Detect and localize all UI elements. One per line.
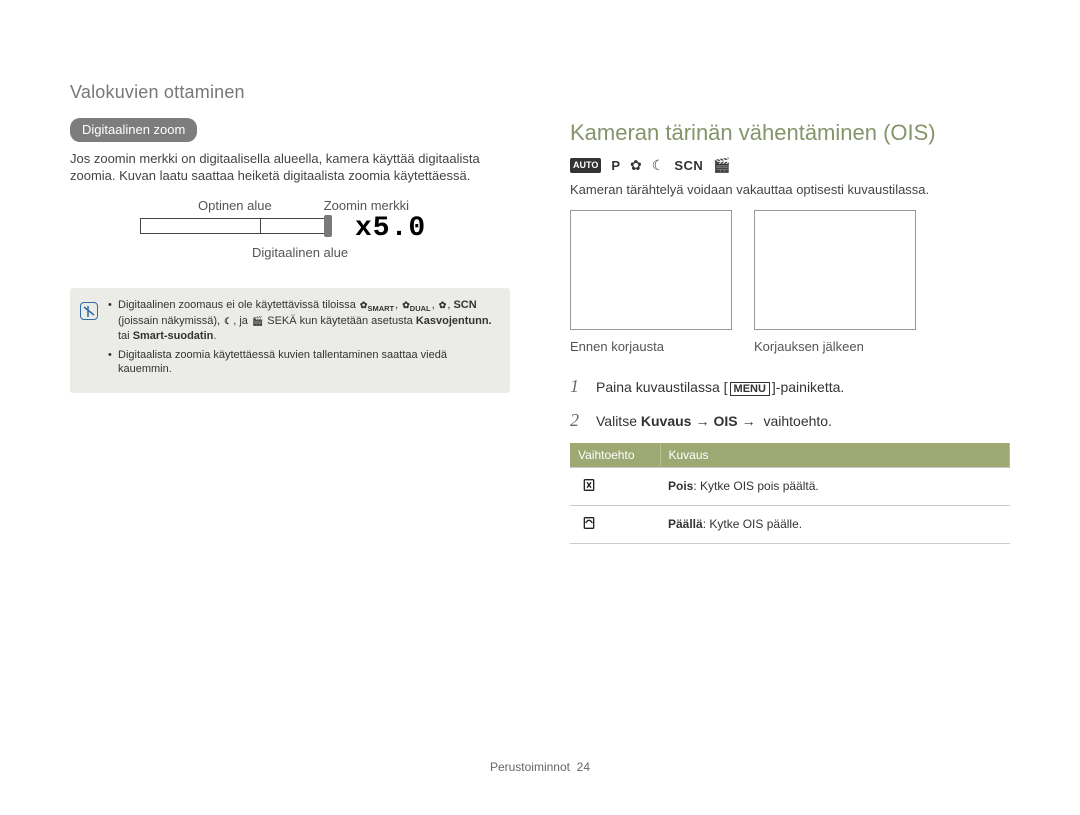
mode-night-icon: ☾: [652, 156, 665, 175]
table-desc: Pois: Kytke OIS pois päältä.: [660, 467, 1010, 505]
note-box: Digitaalinen zoomaus ei ole käytettäviss…: [70, 288, 510, 393]
caption-before: Ennen korjausta: [570, 338, 732, 356]
zoom-diagram: Optinen alue Zoomin merkki x5.0 Digitaal…: [140, 197, 470, 262]
ois-heading: Kameran tärinän vähentäminen (OIS): [570, 118, 1010, 148]
table-row: OIS Päällä: Kytke OIS päälle.: [570, 505, 1010, 543]
zoom-value: x5.0: [355, 210, 426, 248]
step-number: 2: [570, 408, 586, 432]
step-number: 1: [570, 374, 586, 398]
zoom-body-text: Jos zoomin merkki on digitaalisella alue…: [70, 150, 510, 185]
optical-range-label: Optinen alue: [198, 197, 272, 215]
step-1: 1 Paina kuvaustilassa [MENU]-painiketta.: [570, 374, 1010, 398]
movie-icon: 🎬: [251, 316, 264, 326]
mode-auto-icon: AUTO: [570, 158, 601, 172]
note-icon: [80, 302, 98, 320]
left-column: Digitaalinen zoom Jos zoomin merkki on d…: [70, 118, 510, 544]
night-icon: ☾: [223, 316, 233, 326]
menu-button-label: MENU: [730, 382, 770, 396]
image-before: [570, 210, 732, 330]
section-pill: Digitaalinen zoom: [70, 118, 197, 142]
mode-scn-icon: SCN: [674, 157, 703, 175]
step-list: 1 Paina kuvaustilassa [MENU]-painiketta.…: [570, 374, 1010, 433]
zoom-bar: x5.0: [140, 218, 470, 234]
page-title: Valokuvien ottaminen: [70, 80, 1010, 104]
ois-on-icon: OIS: [578, 514, 600, 532]
ois-off-icon: OFF: [578, 476, 600, 494]
table-desc: Päällä: Kytke OIS päälle.: [660, 505, 1010, 543]
smart-icon: ✿SMART: [359, 300, 395, 310]
beauty-icon: ✿: [438, 300, 448, 310]
table-header-option: Vaihtoehto: [570, 443, 660, 468]
page-footer: Perustoiminnot 24: [0, 759, 1080, 775]
mode-row: AUTO P ✿ ☾ SCN 🎬: [570, 156, 1010, 175]
mode-movie-icon: 🎬: [713, 156, 730, 175]
note-list: Digitaalinen zoomaus ei ole käytettäviss…: [108, 298, 498, 381]
table-header-desc: Kuvaus: [660, 443, 1010, 468]
note-item-1: Digitaalinen zoomaus ei ole käytettäviss…: [108, 298, 498, 344]
mode-beauty-icon: ✿: [630, 156, 642, 175]
caption-after: Korjauksen jälkeen: [754, 338, 916, 356]
dual-icon: ✿DUAL: [401, 300, 431, 310]
note-item-2: Digitaalista zoomia käytettäessä kuvien …: [108, 348, 498, 378]
ois-intro: Kameran tärähtelyä voidaan vakauttaa opt…: [570, 181, 1010, 199]
right-column: Kameran tärinän vähentäminen (OIS) AUTO …: [570, 118, 1010, 544]
option-table: Vaihtoehto Kuvaus OFF Pois: Kytke OIS po…: [570, 443, 1010, 545]
step-2: 2 Valitse Kuvaus→OIS→ vaihtoehto.: [570, 408, 1010, 432]
table-row: OFF Pois: Kytke OIS pois päältä.: [570, 467, 1010, 505]
digital-range: [260, 218, 330, 234]
mode-p-icon: P: [611, 157, 620, 175]
image-after: [754, 210, 916, 330]
zoom-marker: [324, 215, 332, 237]
